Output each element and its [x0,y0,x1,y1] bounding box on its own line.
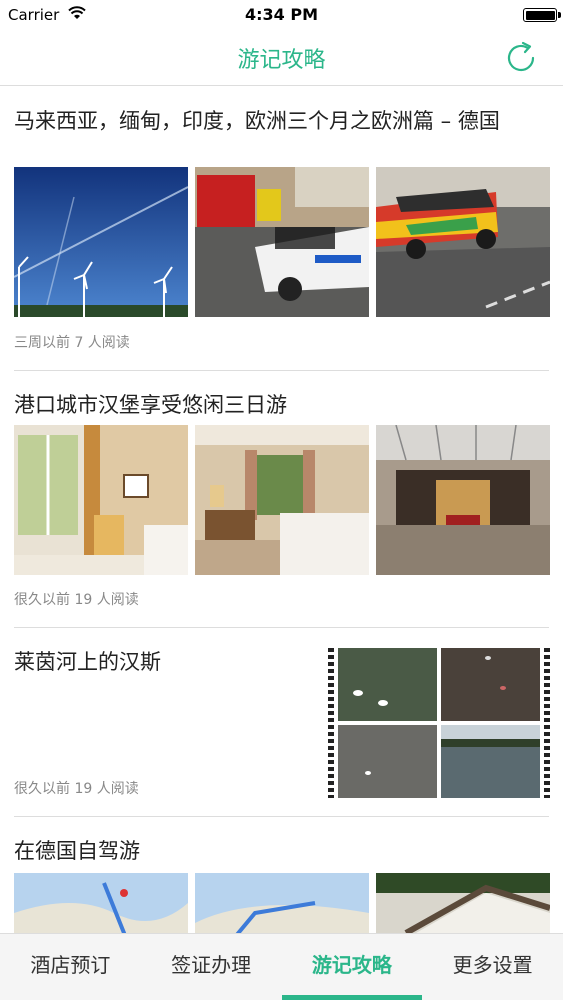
photo-map [14,873,188,933]
photo-street-car [195,167,369,317]
photo-hotel-bedroom [195,425,369,575]
tab-visa-processing[interactable]: 签证办理 [141,934,282,1000]
photo-colorful-car [376,167,550,317]
article-title: 在德国自驾游 [14,839,140,863]
article-meta: 三周以前 7 人阅读 [14,335,130,351]
nav-bar: 游记攻略 [0,30,563,86]
article-meta: 很久以前 19 人阅读 [14,781,139,797]
photo-row [14,873,550,933]
photo-windmills [14,167,188,317]
film-strip [328,648,550,798]
article-title: 港口城市汉堡享受悠闲三日游 [14,393,287,417]
battery-icon [523,8,561,22]
refresh-icon[interactable] [503,40,539,76]
photo-hotel-entrance [376,425,550,575]
article-card[interactable]: 莱茵河上的汉斯 很久以前 19 人阅读 [0,628,563,817]
photo-row [14,425,550,575]
article-meta: 很久以前 19 人阅读 [14,592,139,608]
article-feed[interactable]: 马来西亚，缅甸，印度，欧洲三个月之欧洲篇 – 德国 三周以前 7 人阅读 港口城… [0,87,563,933]
status-bar: Carrier 4:34 PM [0,0,563,30]
photo-hotel-room [14,425,188,575]
photo-map-route [195,873,369,933]
tab-more-settings[interactable]: 更多设置 [422,934,563,1000]
article-card[interactable]: 马来西亚，缅甸，印度，欧洲三个月之欧洲篇 – 德国 三周以前 7 人阅读 [0,87,563,371]
page-title: 游记攻略 [237,48,326,73]
tab-hotel-booking[interactable]: 酒店预订 [0,934,141,1000]
article-title: 莱茵河上的汉斯 [14,650,161,674]
photo-house [376,873,550,933]
photo-row [14,167,550,317]
article-card[interactable]: 港口城市汉堡享受悠闲三日游 很久以前 19 人阅读 [0,371,563,628]
status-time: 4:34 PM [244,5,318,24]
article-title: 马来西亚，缅甸，印度，欧洲三个月之欧洲篇 – 德国 [14,109,500,133]
tab-travel-guides[interactable]: 游记攻略 [281,934,423,1000]
tab-bar: 酒店预订 签证办理 游记攻略 更多设置 [0,933,563,1000]
article-card[interactable]: 在德国自驾游 [0,817,563,933]
